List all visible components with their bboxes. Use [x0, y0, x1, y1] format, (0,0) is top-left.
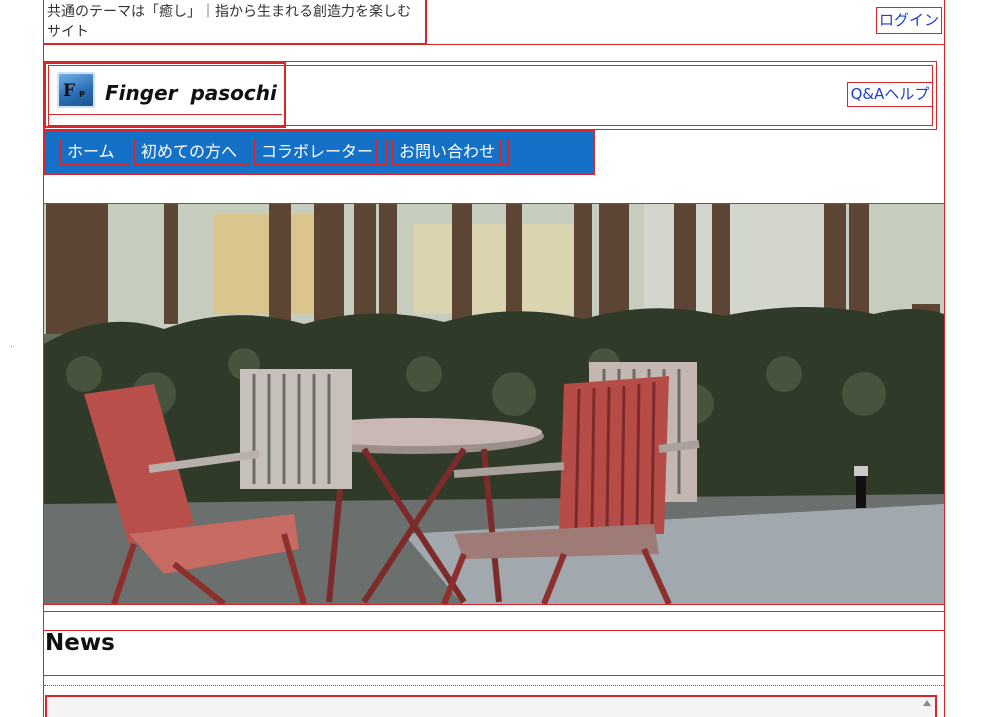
qa-help-link[interactable]: Q&Aヘルプ	[847, 82, 933, 107]
login-link[interactable]: ログイン	[876, 7, 942, 34]
nav-item-inner	[135, 140, 246, 164]
nav-item-home[interactable]: ホーム	[60, 139, 130, 165]
divider	[44, 685, 944, 686]
nav-item-beginners[interactable]: 初めての方へ	[134, 139, 250, 165]
site-logo[interactable]: F P Finger pasochi	[44, 62, 286, 128]
nav-item-contact[interactable]: お問い合わせ	[392, 139, 509, 165]
stray-dot	[11, 346, 12, 347]
nav-item-inner	[61, 140, 126, 164]
logo-mark-sub: P	[79, 90, 85, 99]
scroll-up-icon[interactable]	[923, 700, 931, 706]
site-tagline: 共通のテーマは「癒し」｜指から生まれる創造力を楽しむサイト	[44, 0, 427, 44]
nav-item-inner	[255, 140, 377, 164]
hero-image	[44, 203, 944, 605]
logo-mark-letter: F	[63, 81, 75, 101]
divider	[44, 611, 944, 612]
divider	[44, 630, 944, 631]
main-nav: ホーム 初めての方へ コラボレーター お問い合わせ	[44, 130, 595, 175]
nav-item-collaborator[interactable]: コラボレーター	[254, 139, 387, 165]
divider	[44, 675, 944, 676]
logo-inner: F P Finger pasochi	[48, 66, 282, 115]
page-wrapper: 共通のテーマは「癒し」｜指から生まれる創造力を楽しむサイト ログイン F P F…	[43, 0, 945, 717]
news-list[interactable]	[45, 695, 937, 717]
logo-mark-icon: F P	[57, 72, 95, 108]
nav-item-inner	[393, 140, 501, 164]
logo-text: Finger pasochi	[105, 81, 277, 105]
hero-illustration	[44, 204, 944, 604]
news-heading: News	[45, 630, 115, 656]
top-divider	[44, 44, 944, 45]
